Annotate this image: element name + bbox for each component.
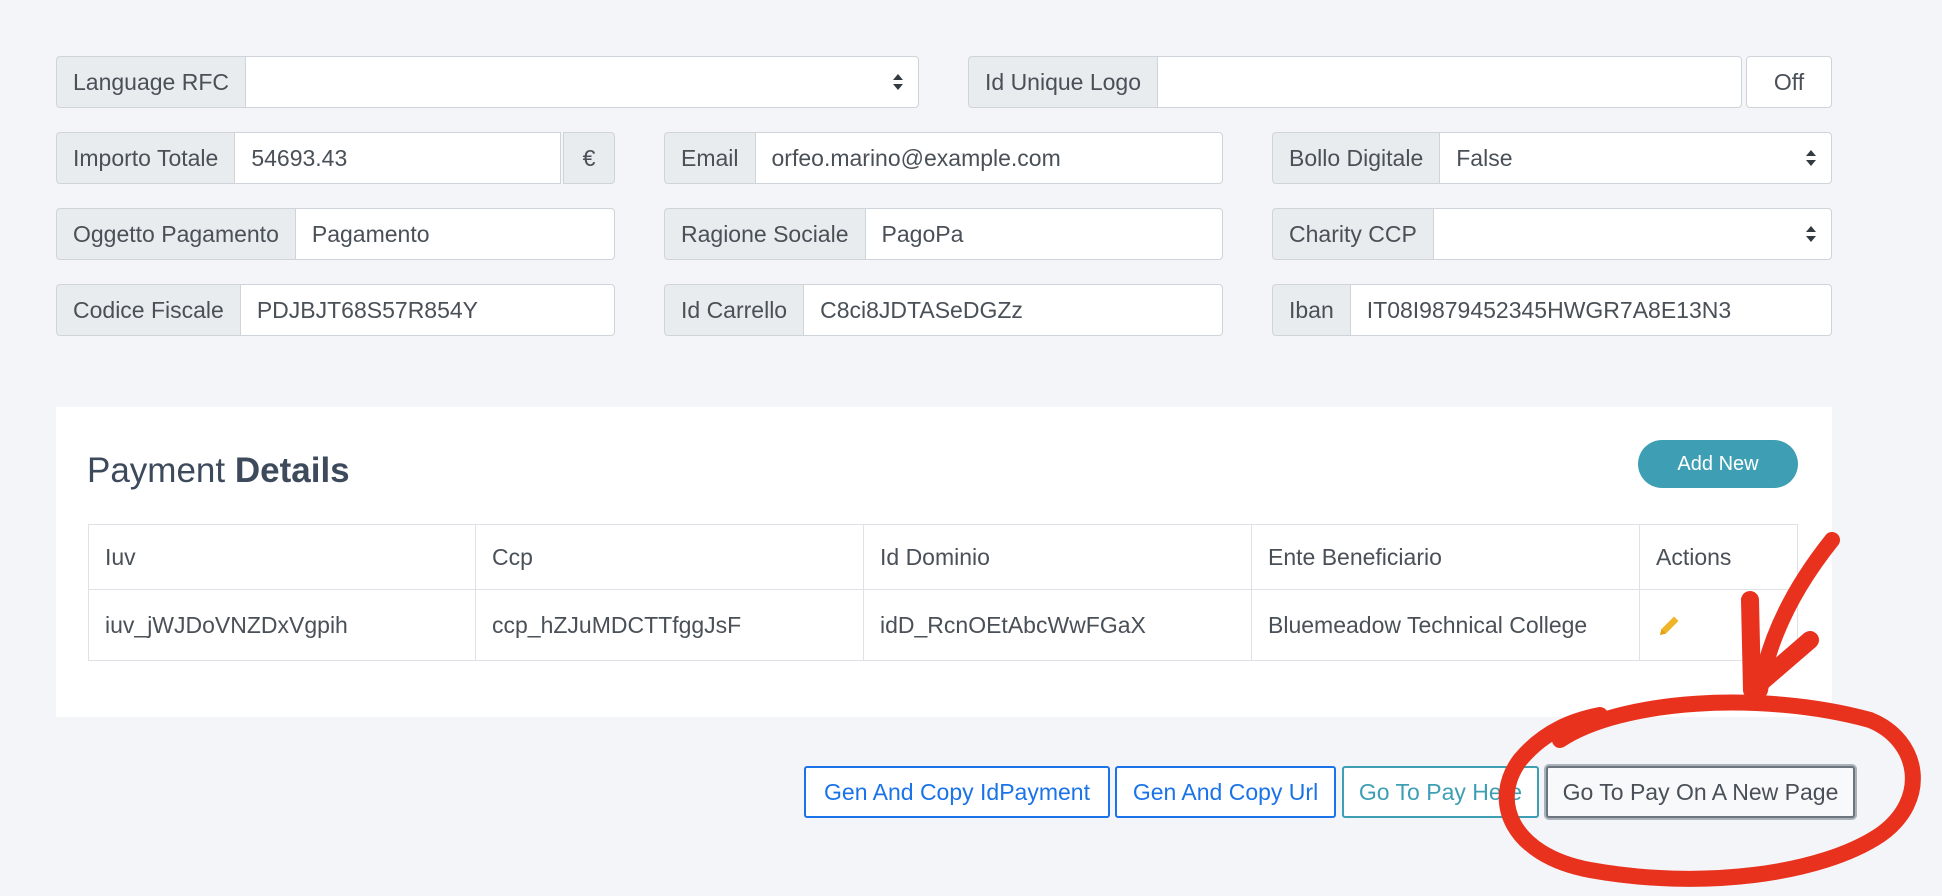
email-label: Email	[664, 132, 755, 184]
add-new-button[interactable]: Add New	[1638, 440, 1798, 488]
column-header-id-dominio: Id Dominio	[863, 524, 1252, 590]
bollo-digitale-label: Bollo Digitale	[1272, 132, 1440, 184]
title-light: Payment	[87, 451, 226, 490]
charity-ccp-label: Charity CCP	[1272, 208, 1433, 260]
charity-ccp-field: Charity CCP	[1272, 208, 1832, 260]
go-pay-new-page-button[interactable]: Go To Pay On A New Page	[1546, 766, 1855, 818]
importo-totale-input[interactable]: 54693.43	[234, 132, 561, 184]
gen-copy-idpayment-button[interactable]: Gen And Copy IdPayment	[804, 766, 1110, 818]
id-carrello-label: Id Carrello	[664, 284, 804, 336]
cell-iuv: iuv_jWJDoVNZDxVgpih	[88, 589, 476, 661]
codice-fiscale-label: Codice Fiscale	[56, 284, 240, 336]
title-bold: Details	[234, 451, 350, 490]
cell-id-dominio: idD_RcnOEtAbcWwFGaX	[863, 589, 1252, 661]
oggetto-pagamento-input[interactable]: Pagamento	[294, 208, 615, 260]
column-header-ente-beneficiario: Ente Beneficiario	[1251, 524, 1640, 590]
bollo-digitale-select[interactable]: False	[1439, 132, 1832, 184]
id-unique-logo-field: Id Unique Logo Off	[968, 56, 1832, 108]
id-unique-logo-toggle[interactable]: Off	[1746, 56, 1832, 108]
iban-label: Iban	[1272, 284, 1350, 336]
language-rfc-select[interactable]	[245, 56, 919, 108]
id-carrello-field: Id Carrello C8ci8JDTASeDGZz	[664, 284, 1223, 336]
table-header-row: Iuv Ccp Id Dominio Ente Beneficiario Act…	[88, 524, 1798, 590]
payment-details-card: Payment Details Add New Iuv Ccp Id Domin…	[56, 407, 1832, 717]
language-rfc-field: Language RFC	[56, 56, 919, 108]
email-input[interactable]: orfeo.marino@example.com	[754, 132, 1223, 184]
iban-field: Iban IT08I9879452345HWGR7A8E13N3	[1272, 284, 1832, 336]
oggetto-pagamento-field: Oggetto Pagamento Pagamento	[56, 208, 615, 260]
ragione-sociale-input[interactable]: PagoPa	[864, 208, 1223, 260]
payment-details-table: Iuv Ccp Id Dominio Ente Beneficiario Act…	[88, 524, 1798, 661]
ragione-sociale-label: Ragione Sociale	[664, 208, 865, 260]
select-arrows-icon	[1806, 150, 1816, 166]
cell-actions	[1639, 589, 1798, 661]
currency-addon: €	[563, 132, 615, 184]
column-header-iuv: Iuv	[88, 524, 476, 590]
codice-fiscale-input[interactable]: PDJBJT68S57R854Y	[239, 284, 615, 336]
email-field: Email orfeo.marino@example.com	[664, 132, 1223, 184]
importo-totale-label: Importo Totale	[56, 132, 235, 184]
id-unique-logo-input[interactable]	[1157, 56, 1742, 108]
importo-totale-field: Importo Totale 54693.43 €	[56, 132, 615, 184]
column-header-actions: Actions	[1639, 524, 1798, 590]
charity-ccp-select[interactable]	[1432, 208, 1832, 260]
oggetto-pagamento-label: Oggetto Pagamento	[56, 208, 295, 260]
select-arrows-icon	[893, 74, 903, 90]
cell-ccp: ccp_hZJuMDCTTfggJsF	[475, 589, 864, 661]
bollo-digitale-field: Bollo Digitale False	[1272, 132, 1832, 184]
table-row: iuv_jWJDoVNZDxVgpih ccp_hZJuMDCTTfggJsF …	[88, 589, 1798, 661]
select-arrows-icon	[1806, 226, 1816, 242]
cell-ente-beneficiario: Bluemeadow Technical College	[1251, 589, 1640, 661]
language-rfc-label: Language RFC	[56, 56, 245, 108]
id-unique-logo-label: Id Unique Logo	[968, 56, 1158, 108]
gen-copy-url-button[interactable]: Gen And Copy Url	[1115, 766, 1336, 818]
pencil-icon[interactable]	[1656, 613, 1682, 639]
codice-fiscale-field: Codice Fiscale PDJBJT68S57R854Y	[56, 284, 615, 336]
column-header-ccp: Ccp	[475, 524, 864, 590]
iban-input[interactable]: IT08I9879452345HWGR7A8E13N3	[1349, 284, 1832, 336]
go-pay-here-button[interactable]: Go To Pay Here	[1342, 766, 1539, 818]
ragione-sociale-field: Ragione Sociale PagoPa	[664, 208, 1223, 260]
id-carrello-input[interactable]: C8ci8JDTASeDGZz	[803, 284, 1223, 336]
payment-details-title: Payment Details	[87, 451, 350, 491]
bollo-digitale-value: False	[1456, 144, 1513, 171]
